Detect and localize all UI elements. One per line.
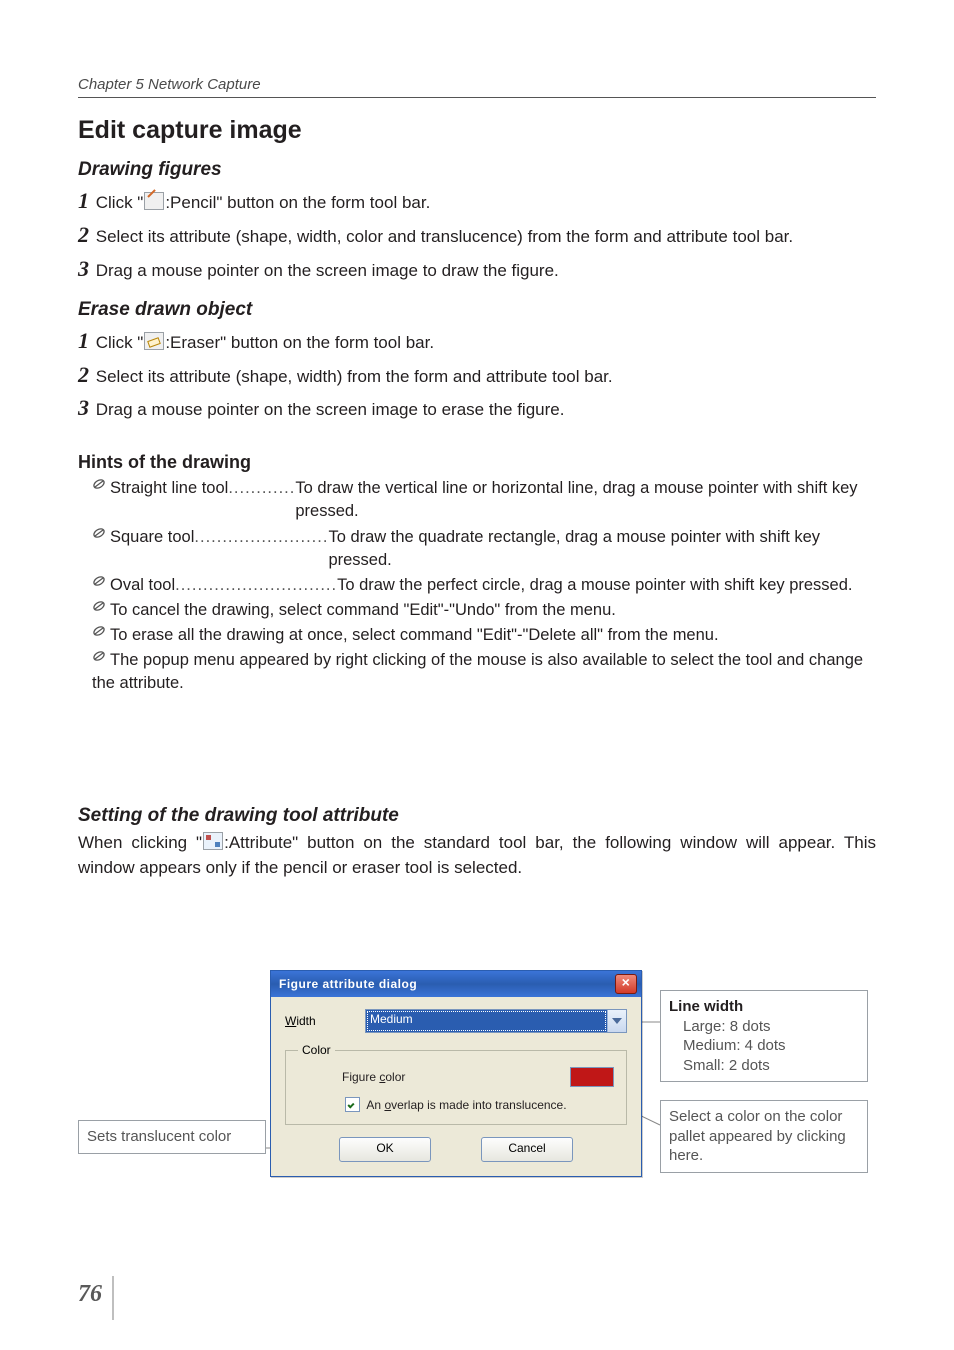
color-group-label: Color	[298, 1043, 335, 1057]
callout-color-picker: Select a color on the color pallet appea…	[660, 1100, 868, 1173]
figure-color-label: Figure color	[342, 1070, 405, 1084]
checkbox-label: An overlap is made into translucence.	[366, 1098, 566, 1112]
bullet-icon	[92, 649, 110, 663]
callout-line: Large: 8 dots	[683, 1017, 859, 1037]
hint-label: Oval tool	[110, 574, 175, 597]
hint-dots: ............	[228, 477, 295, 523]
bullet-icon	[92, 526, 110, 572]
step-text-pre: Click "	[96, 193, 144, 212]
step-number: 2	[78, 362, 89, 387]
hint-text: The popup menu appeared by right clickin…	[92, 651, 863, 692]
bullet-icon	[92, 574, 110, 597]
erase-step-2: 2 Select its attribute (shape, width) fr…	[78, 359, 876, 391]
callout-line: Small: 2 dots	[683, 1056, 859, 1076]
heading-attribute-setting: Setting of the drawing tool attribute	[78, 805, 876, 827]
step-text: Drag a mouse pointer on the screen image…	[96, 400, 565, 419]
dialog-titlebar[interactable]: Figure attribute dialog ×	[271, 971, 641, 997]
draw-step-3: 3 Drag a mouse pointer on the screen ima…	[78, 253, 876, 285]
bullet-icon	[92, 599, 110, 613]
callout-line-width: Line width Large: 8 dots Medium: 4 dots …	[660, 990, 868, 1082]
step-text-post: :Eraser" button on the form tool bar.	[165, 333, 434, 352]
hint-dots: ........................	[194, 526, 328, 572]
step-number: 1	[78, 188, 89, 213]
page-rule	[112, 1276, 114, 1320]
bullet-icon	[92, 624, 110, 638]
step-text: Drag a mouse pointer on the screen image…	[96, 261, 559, 280]
step-text: Select its attribute (shape, width, colo…	[96, 227, 793, 246]
dialog-title: Figure attribute dialog	[279, 977, 417, 991]
hint-popup-menu: The popup menu appeared by right clickin…	[92, 649, 876, 695]
figure-color-swatch[interactable]	[570, 1067, 614, 1087]
eraser-icon	[144, 332, 164, 350]
attribute-icon	[203, 832, 223, 850]
chevron-down-icon[interactable]	[607, 1010, 626, 1032]
translucence-checkbox[interactable]	[345, 1097, 360, 1112]
callout-text: Select a color on the color pallet appea…	[669, 1108, 846, 1164]
erase-step-1: 1 Click " :Eraser" button on the form too…	[78, 325, 876, 357]
heading-erase-object: Erase drawn object	[78, 299, 876, 321]
hint-dots: .............................	[175, 574, 337, 597]
hint-oval: Oval tool ............................. …	[92, 574, 876, 597]
hint-label: Square tool	[110, 526, 194, 572]
heading-hints: Hints of the drawing	[78, 452, 876, 473]
figure-attribute-dialog: Figure attribute dialog × Width Medium	[270, 970, 642, 1177]
close-button[interactable]: ×	[615, 974, 637, 994]
callout-text: Sets translucent color	[87, 1128, 231, 1145]
step-text-pre: Click "	[96, 333, 144, 352]
hint-desc: To draw the quadrate rectangle, drag a m…	[328, 526, 876, 572]
hint-straight-line: Straight line tool ............ To draw …	[92, 477, 876, 523]
step-text: Select its attribute (shape, width) from…	[96, 367, 613, 386]
draw-step-2: 2 Select its attribute (shape, width, co…	[78, 219, 876, 251]
hint-undo: To cancel the drawing, select command "E…	[92, 599, 876, 622]
page-number: 76	[78, 1281, 102, 1308]
hint-text: To cancel the drawing, select command "E…	[110, 601, 616, 619]
para-pre: When clicking "	[78, 833, 202, 852]
width-value: Medium	[366, 1010, 607, 1032]
width-label: Width	[285, 1014, 365, 1028]
hint-desc: To draw the vertical line or horizontal …	[295, 477, 876, 523]
page-title: Edit capture image	[78, 116, 876, 145]
callout-translucent: Sets translucent color	[78, 1120, 266, 1154]
step-number: 3	[78, 256, 89, 281]
step-number: 1	[78, 328, 89, 353]
color-group: Color Figure color An overlap is made in…	[285, 1043, 627, 1125]
draw-step-1: 1 Click " :Pencil" button on the form too…	[78, 185, 876, 217]
erase-step-3: 3 Drag a mouse pointer on the screen ima…	[78, 392, 876, 424]
step-number: 2	[78, 222, 89, 247]
hint-text: To erase all the drawing at once, select…	[110, 626, 719, 644]
callout-title: Line width	[669, 997, 859, 1017]
hint-label: Straight line tool	[110, 477, 228, 523]
attr-paragraph: When clicking ":Attribute" button on the…	[78, 831, 876, 880]
heading-drawing-figures: Drawing figures	[78, 159, 876, 181]
hint-square: Square tool ........................ To …	[92, 526, 876, 572]
hint-delete-all: To erase all the drawing at once, select…	[92, 624, 876, 647]
step-number: 3	[78, 395, 89, 420]
running-head: Chapter 5 Network Capture	[78, 76, 876, 98]
callout-line: Medium: 4 dots	[683, 1036, 859, 1056]
ok-button[interactable]: OK	[339, 1137, 431, 1162]
step-text-post: :Pencil" button on the form tool bar.	[165, 193, 430, 212]
cancel-button[interactable]: Cancel	[481, 1137, 573, 1162]
bullet-icon	[92, 477, 110, 523]
width-combobox[interactable]: Medium	[365, 1009, 627, 1033]
close-icon: ×	[622, 974, 631, 990]
pencil-icon	[144, 192, 164, 210]
hint-desc: To draw the perfect circle, drag a mouse…	[337, 574, 876, 597]
